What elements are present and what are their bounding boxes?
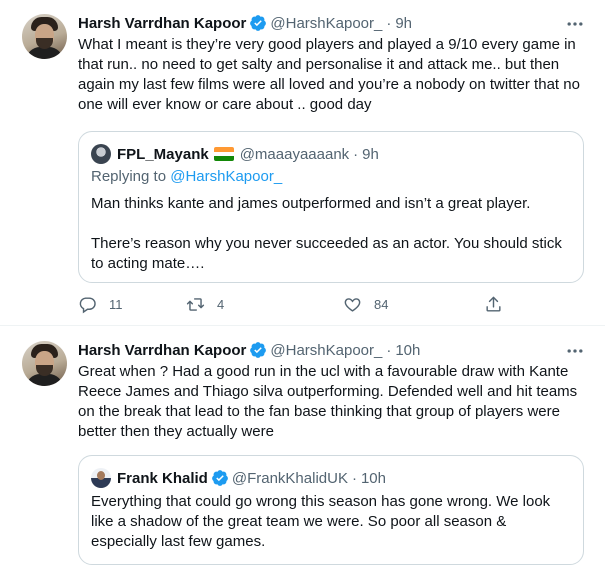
avatar[interactable] bbox=[22, 341, 67, 386]
quoted-author-handle: @FrankKhalidUK bbox=[231, 469, 348, 487]
quoted-author-name: Frank Khalid bbox=[117, 469, 208, 487]
quoted-tweet-header: Frank Khalid @FrankKhalidUK · 10h bbox=[91, 468, 386, 488]
separator-dot: · bbox=[386, 341, 392, 359]
reply-button[interactable]: 11 bbox=[78, 294, 123, 314]
tweet-header: Harsh Varrdhan Kapoor @HarshKapoor_ · 9h bbox=[78, 13, 412, 33]
reply-icon bbox=[79, 296, 96, 313]
like-icon bbox=[344, 297, 361, 312]
retweet-icon bbox=[186, 297, 205, 311]
quoted-author-handle: @maaayaaaank bbox=[239, 145, 350, 163]
timestamp[interactable]: 10h bbox=[395, 342, 420, 359]
quoted-tweet-text: Everything that could go wrong this seas… bbox=[91, 492, 575, 552]
quoted-avatar bbox=[91, 144, 111, 164]
like-button[interactable]: 84 bbox=[343, 294, 388, 314]
tweet-text-line: again my last few films were all loved a… bbox=[78, 76, 580, 93]
quoted-tweet[interactable]: FPL_Mayank @maaayaaaank · 9h Replying to… bbox=[78, 131, 584, 283]
quoted-text-line: to acting mate…. bbox=[91, 255, 205, 272]
author-name[interactable]: Harsh Varrdhan Kapoor bbox=[78, 342, 246, 359]
quoted-author-name: FPL_Mayank bbox=[117, 145, 209, 163]
tweet-text-line: that run.. no need to get salty and pers… bbox=[78, 56, 560, 73]
quoted-timestamp: 9h bbox=[362, 145, 379, 163]
quoted-tweet[interactable]: Frank Khalid @FrankKhalidUK · 10h Everyt… bbox=[78, 455, 584, 565]
quoted-text-line: like a shadow of the great team we were.… bbox=[91, 513, 507, 530]
tweet-text-line: on the break that lead to the fan base t… bbox=[78, 403, 560, 420]
separator-dot: · bbox=[351, 469, 357, 487]
tweet-text-line: Reece James and Thiago silva outperformi… bbox=[78, 383, 578, 400]
tweet-text: What I meant is they’re very good player… bbox=[78, 35, 590, 115]
more-icon[interactable] bbox=[565, 14, 585, 34]
tweet-text-line: What I meant is they’re very good player… bbox=[78, 36, 576, 53]
quoted-tweet-header: FPL_Mayank @maaayaaaank · 9h bbox=[91, 144, 379, 164]
quoted-tweet-text: Man thinks kante and james outperformed … bbox=[91, 194, 575, 274]
tweet[interactable]: Harsh Varrdhan Kapoor @HarshKapoor_ · 9h… bbox=[0, 0, 605, 326]
quoted-avatar bbox=[91, 468, 111, 488]
tweet-text-line: Great when ? Had a good run in the ucl w… bbox=[78, 363, 569, 380]
tweet-actions: 11 4 84 bbox=[78, 294, 508, 314]
replying-to: Replying to @HarshKapoor_ bbox=[91, 168, 282, 185]
tweet-text-line: better then they actually were bbox=[78, 423, 274, 440]
quoted-text-line: Everything that could go wrong this seas… bbox=[91, 493, 551, 510]
reply-count: 11 bbox=[109, 296, 123, 312]
author-handle[interactable]: @HarshKapoor_ bbox=[270, 15, 382, 32]
retweet-count: 4 bbox=[217, 296, 225, 312]
replying-to-label: Replying to bbox=[91, 168, 167, 185]
tweet[interactable]: Harsh Varrdhan Kapoor @HarshKapoor_ · 10… bbox=[0, 327, 605, 565]
tweet-text: Great when ? Had a good run in the ucl w… bbox=[78, 362, 590, 442]
tweet-text-line: one will ever know or care about .. good… bbox=[78, 96, 372, 113]
tweet-header: Harsh Varrdhan Kapoor @HarshKapoor_ · 10… bbox=[78, 340, 420, 360]
quoted-text-line: There’s reason why you never succeeded a… bbox=[91, 235, 562, 252]
author-handle[interactable]: @HarshKapoor_ bbox=[270, 342, 382, 359]
verified-badge-icon bbox=[250, 15, 267, 31]
quoted-text-line: Man thinks kante and james outperformed … bbox=[91, 195, 531, 212]
quoted-timestamp: 10h bbox=[360, 469, 386, 487]
share-button[interactable] bbox=[484, 294, 515, 314]
replying-to-mention[interactable]: @HarshKapoor_ bbox=[170, 168, 282, 185]
avatar[interactable] bbox=[22, 14, 67, 59]
verified-badge-icon bbox=[211, 470, 228, 486]
timestamp[interactable]: 9h bbox=[395, 15, 412, 32]
more-icon[interactable] bbox=[565, 341, 585, 361]
author-name[interactable]: Harsh Varrdhan Kapoor bbox=[78, 15, 246, 32]
like-count: 84 bbox=[374, 296, 389, 312]
quoted-text-line: especially last few games. bbox=[91, 533, 266, 550]
separator-dot: · bbox=[353, 145, 359, 163]
separator-dot: · bbox=[386, 14, 392, 32]
retweet-button[interactable]: 4 bbox=[186, 294, 224, 314]
india-flag bbox=[213, 147, 234, 161]
verified-badge-icon bbox=[250, 342, 267, 358]
share-icon bbox=[486, 296, 501, 312]
